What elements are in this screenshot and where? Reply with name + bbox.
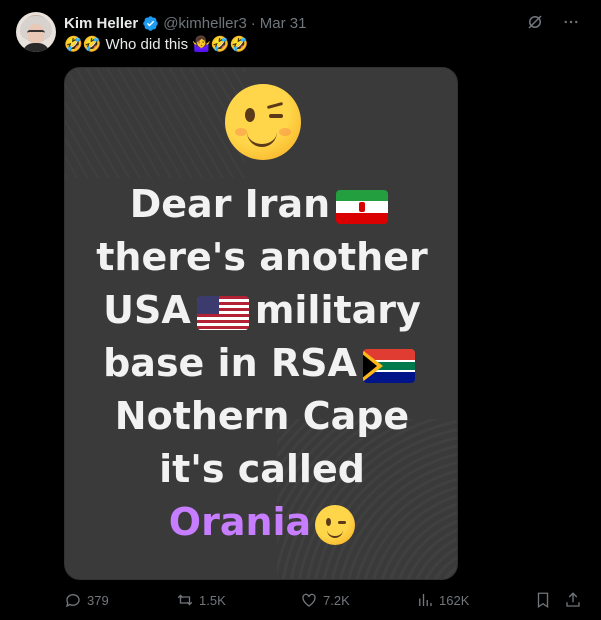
repost-count: 1.5K [199,592,226,608]
share-icon [566,592,580,607]
like-button[interactable]: 7.2K [300,591,350,609]
like-icon [302,593,316,607]
usa-flag-icon [196,295,249,330]
reply-icon [65,594,80,608]
repost-icon [177,594,193,606]
tweet-text: 🤣🤣 Who did this 🤷‍♀️🤣🤣 [64,35,248,53]
views-count: 162K [439,592,470,608]
tweet[interactable]: Kim Heller @kimheller3 · Mar 31 🤣🤣 Who d… [0,0,601,620]
verified-badge-icon [143,15,158,31]
tweet-media-image[interactable]: Dear Iran there's another USA military ba… [64,67,458,580]
poster-highlight: Orania [168,500,312,544]
poster-line: base in RSA [103,341,357,385]
separator: · [250,14,256,32]
repost-button[interactable]: 1.5K [176,591,226,609]
poster-line: Dear Iran [129,182,331,226]
tweet-date[interactable]: Mar 31 [260,15,307,32]
author-name[interactable]: Kim Heller [64,15,138,32]
poster-line: Nothern Cape [114,394,410,438]
author-handle[interactable]: @kimheller3 [163,15,247,32]
poster-line: USA [103,288,191,332]
reply-button[interactable]: 379 [64,591,109,609]
tweet-text-prefix-emoji: 🤣🤣 [64,36,102,53]
iran-flag-icon [336,189,389,224]
poster-line: it's called [159,447,365,491]
winking-face-icon [225,84,301,160]
south-africa-flag-icon [362,348,415,383]
bookmark-button[interactable] [534,591,552,609]
tweet-text-body: Who did this [105,36,189,53]
like-count: 7.2K [323,592,350,608]
winking-face-icon [315,504,356,545]
tweet-actions: 379 1.5K 7.2K 162K [64,591,584,613]
poster-line: there's another [96,235,428,279]
views-icon [419,594,432,606]
reply-count: 379 [87,592,109,608]
tweet-top-icons [525,12,581,32]
tweet-header: Kim Heller @kimheller3 · Mar 31 [64,14,306,32]
avatar[interactable] [16,12,56,52]
more-icon[interactable] [561,12,581,32]
views-button[interactable]: 162K [416,591,469,609]
share-button[interactable] [564,591,582,609]
media-poster-text: Dear Iran there's another USA military ba… [65,178,457,549]
poster-line: military [254,288,421,332]
grok-icon[interactable] [525,12,545,32]
bookmark-icon [537,592,549,609]
tweet-text-suffix-emoji: 🤷‍♀️🤣🤣 [192,36,249,53]
